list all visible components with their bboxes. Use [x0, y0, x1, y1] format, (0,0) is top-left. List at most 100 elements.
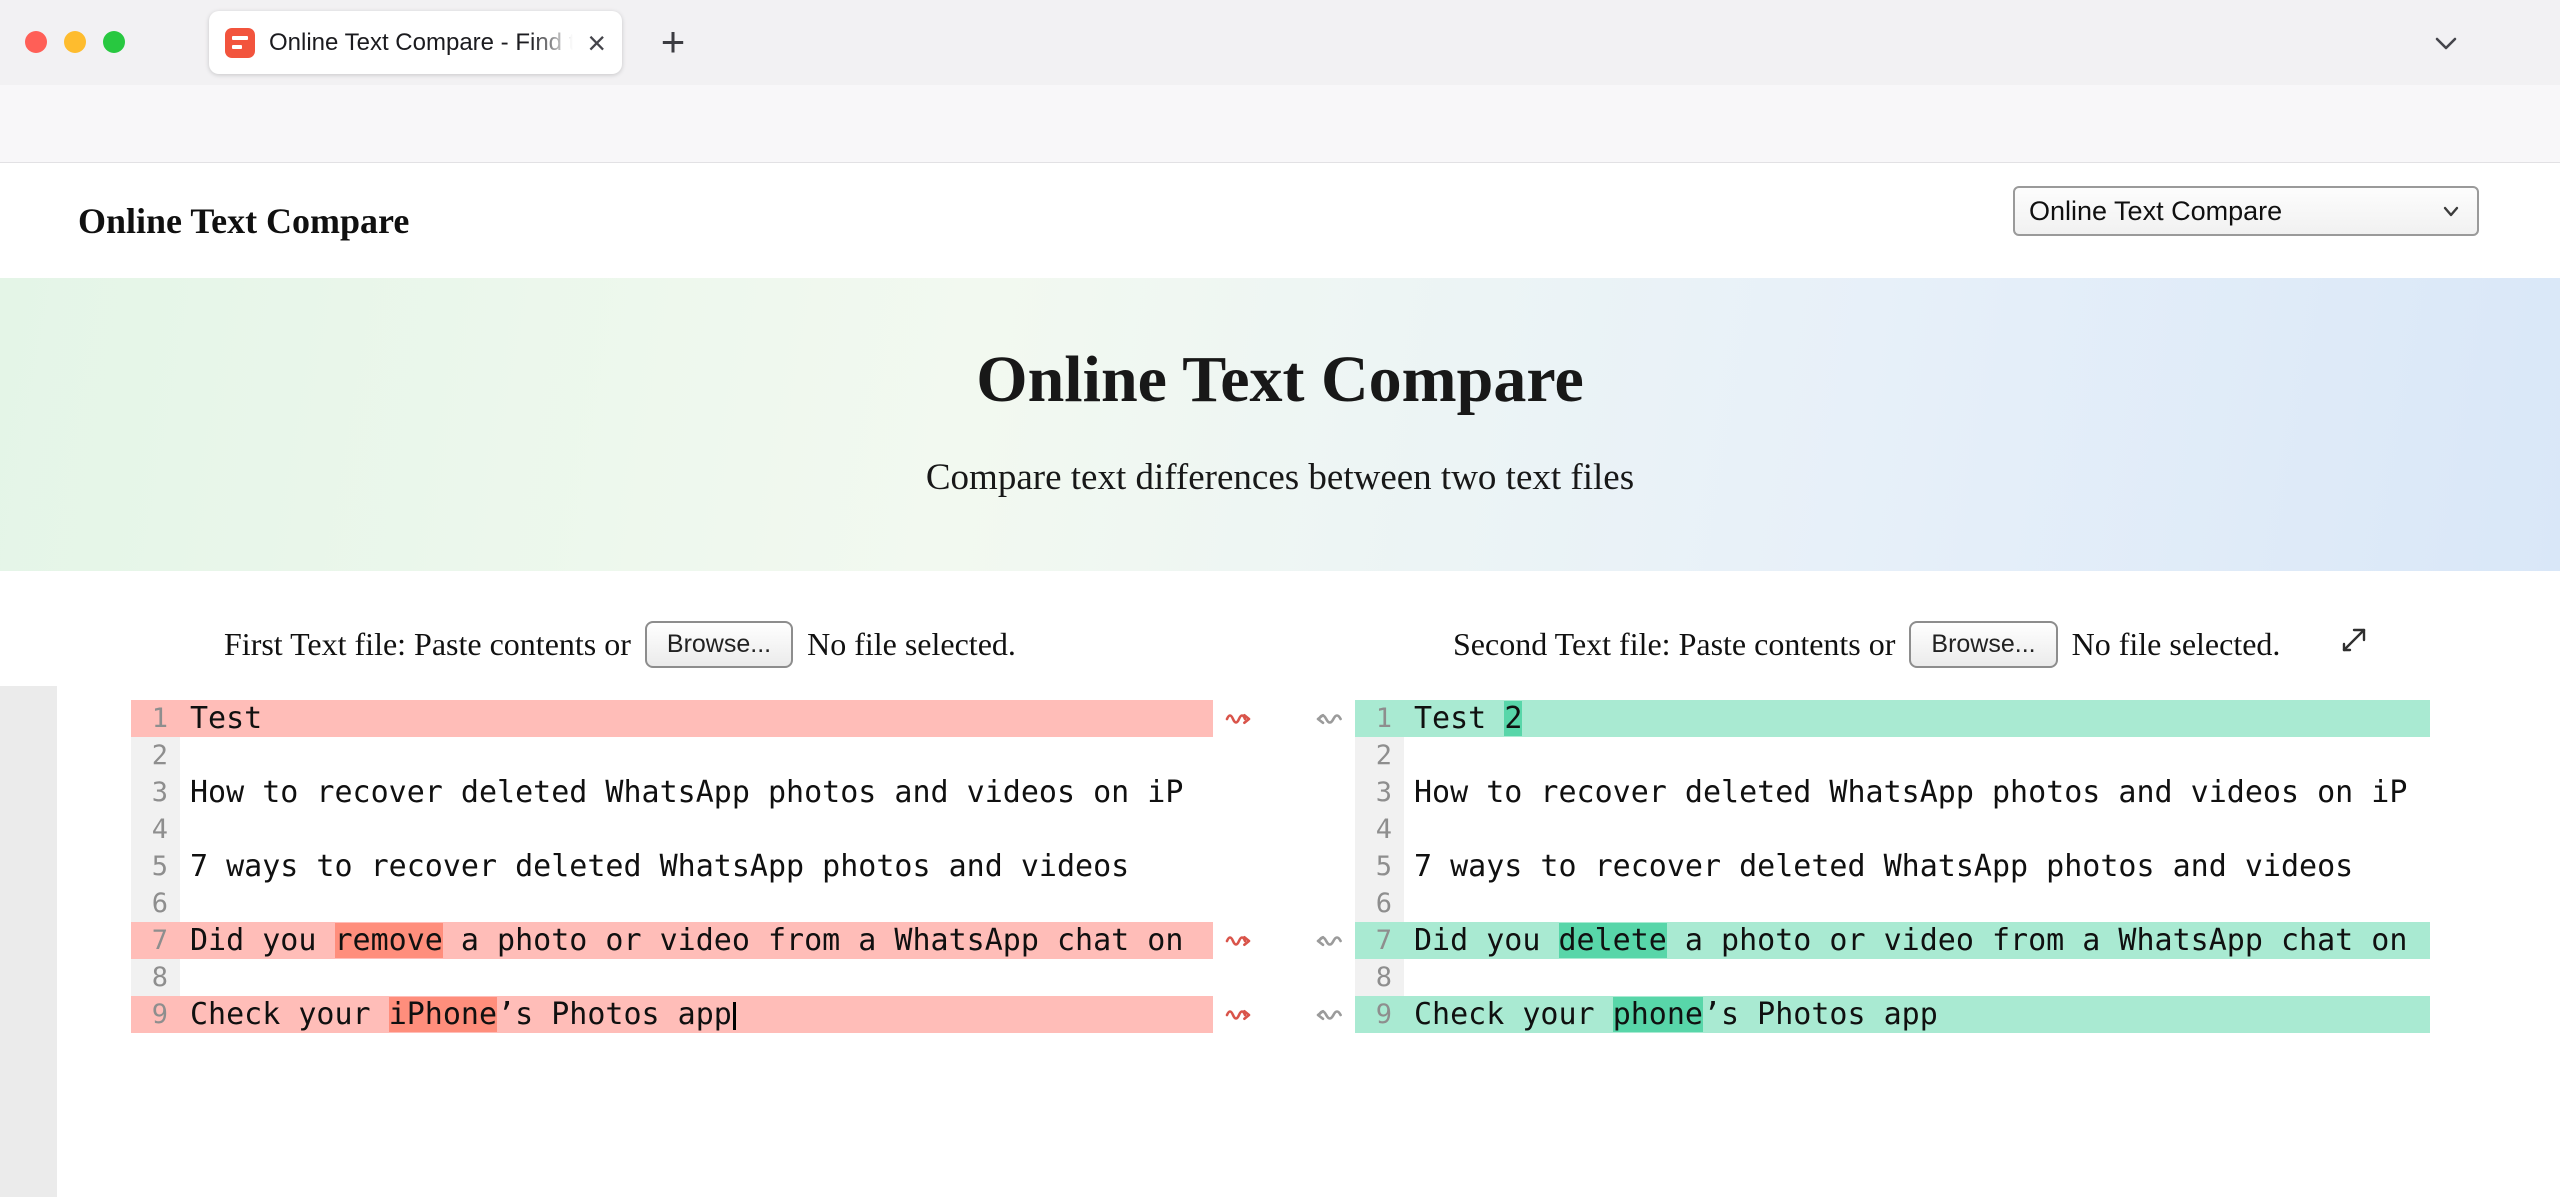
line-number: 8 — [1355, 959, 1404, 996]
line-number: 6 — [131, 885, 180, 922]
file-picker-row: First Text file: Paste contents or Brows… — [0, 608, 2560, 680]
change-marker-right-icon — [1309, 996, 1349, 1033]
line-text[interactable] — [1404, 737, 2430, 774]
line-number: 2 — [1355, 737, 1404, 774]
diff-line: 4 — [1355, 811, 2430, 848]
first-file-group: First Text file: Paste contents or Brows… — [224, 608, 1016, 680]
site-favicon-icon — [225, 27, 255, 58]
line-number: 5 — [131, 848, 180, 885]
change-marker-left-icon — [1225, 996, 1251, 1033]
line-text[interactable] — [180, 959, 1213, 996]
diff-line: 6 — [1355, 885, 2430, 922]
diff-line: 4 — [131, 811, 1213, 848]
line-text[interactable] — [180, 885, 1213, 922]
line-text[interactable]: Test — [180, 700, 1213, 737]
tab-bar: Online Text Compare - Find text × + — [0, 0, 2560, 85]
diff-editor-right[interactable]: 1 Test 2 2 3 How to recover deleted WhatsApp… — [1355, 700, 2430, 1033]
line-number: 1 — [131, 700, 180, 737]
hero-title: Online Text Compare — [976, 343, 1584, 416]
line-number: 6 — [1355, 885, 1404, 922]
diff-line: 9 Check your iPhone’s Photos app — [131, 996, 1213, 1033]
line-number: 7 — [131, 922, 180, 959]
line-number: 8 — [131, 959, 180, 996]
hero-subtitle: Compare text differences between two tex… — [925, 457, 1635, 498]
diff-line: 2 — [1355, 737, 2430, 774]
line-text[interactable]: Check your phone’s Photos app — [1404, 996, 2430, 1033]
change-marker-right-icon — [1309, 700, 1349, 737]
diff-line: 2 — [131, 737, 1213, 774]
line-text[interactable] — [180, 811, 1213, 848]
line-number: 3 — [131, 774, 180, 811]
tab-title: Online Text Compare - Find text — [269, 28, 574, 56]
diff-gutter — [1213, 700, 1355, 1197]
browser-tab[interactable]: Online Text Compare - Find text × — [209, 11, 622, 74]
line-number: 9 — [1355, 996, 1404, 1033]
line-text[interactable]: Check your iPhone’s Photos app — [180, 996, 1213, 1033]
line-number: 7 — [1355, 922, 1404, 959]
diff-word-highlight: 2 — [1504, 701, 1523, 736]
navigation-toolbar: https://onlinetextcompare.com A — [0, 85, 2560, 238]
zoom-window-button[interactable] — [103, 31, 125, 53]
second-file-browse-button[interactable]: Browse... — [1909, 620, 2058, 668]
minimize-window-button[interactable] — [64, 31, 86, 53]
line-number: 5 — [1355, 848, 1404, 885]
new-tab-button[interactable]: + — [650, 18, 696, 66]
diff-line: 57 ways to recover deleted WhatsApp phot… — [131, 848, 1213, 885]
line-text[interactable]: Did you remove a photo or video from a W… — [180, 922, 1213, 959]
list-tabs-chevron-icon[interactable] — [2424, 24, 2468, 64]
diff-line: 3 How to recover deleted WhatsApp photos … — [1355, 774, 2430, 811]
line-text[interactable]: Test 2 — [1404, 700, 2430, 737]
diff-line: 6 — [131, 885, 1213, 922]
diff-word-highlight: iPhone — [388, 997, 498, 1032]
diff-line: 8 — [1355, 959, 2430, 996]
line-text[interactable] — [1404, 885, 2430, 922]
diff-line: 1 Test — [131, 700, 1213, 737]
diff-line: 8 — [131, 959, 1213, 996]
diff-word-highlight: remove — [334, 923, 443, 958]
line-number: 4 — [1355, 811, 1404, 848]
line-text[interactable] — [1404, 811, 2430, 848]
hero-section: Online Text Compare Compare text differe… — [0, 278, 2560, 571]
line-text[interactable] — [1404, 959, 2430, 996]
line-number: 9 — [131, 996, 180, 1033]
diff-line: 1 Test 2 — [1355, 700, 2430, 737]
diff-word-highlight: delete — [1558, 923, 1667, 958]
second-file-group: Second Text file: Paste contents or Brow… — [1453, 608, 2280, 680]
second-file-status: No file selected. — [2071, 625, 2281, 662]
line-number: 3 — [1355, 774, 1404, 811]
line-text[interactable]: 7 ways to recover deleted WhatsApp photo… — [180, 848, 1213, 885]
diff-word-highlight: phone — [1612, 997, 1703, 1032]
first-file-status: No file selected. — [807, 625, 1016, 662]
chevron-down-icon — [2439, 199, 2463, 223]
diff-line: 57 ways to recover deleted WhatsApp phot… — [1355, 848, 2430, 885]
line-text[interactable]: How to recover deleted WhatsApp photos a… — [180, 774, 1213, 811]
change-marker-left-icon — [1225, 922, 1251, 959]
text-caret — [732, 1001, 736, 1030]
diff-editor-left[interactable]: 1 Test 2 3 How to recover deleted WhatsApp p… — [131, 700, 1213, 1033]
first-file-label: First Text file: Paste contents or — [224, 625, 631, 662]
line-number: 4 — [131, 811, 180, 848]
line-number: 1 — [1355, 700, 1404, 737]
diff-line: 7 Did you delete a photo or video from a … — [1355, 922, 2430, 959]
diff-view: 1 Test 2 3 How to recover deleted WhatsApp p… — [0, 700, 2560, 1197]
first-file-browse-button[interactable]: Browse... — [644, 620, 794, 668]
line-text[interactable]: 7 ways to recover deleted WhatsApp photo… — [1404, 848, 2430, 885]
change-marker-right-icon — [1309, 922, 1349, 959]
tab-close-icon[interactable]: × — [587, 27, 606, 59]
tool-select-dropdown[interactable]: Online Text Compare — [2013, 186, 2479, 236]
tool-select-value: Online Text Compare — [2029, 195, 2283, 226]
line-text[interactable]: How to recover deleted WhatsApp photos a… — [1404, 774, 2430, 811]
site-brand: Online Text Compare — [78, 201, 410, 241]
line-number: 2 — [131, 737, 180, 774]
change-marker-left-icon — [1225, 700, 1251, 737]
diff-line: 9 Check your phone’s Photos app — [1355, 996, 2430, 1033]
diff-line: 3 How to recover deleted WhatsApp photos … — [131, 774, 1213, 811]
line-text[interactable]: Did you delete a photo or video from a W… — [1404, 922, 2430, 959]
diff-line: 7 Did you remove a photo or video from a … — [131, 922, 1213, 959]
second-file-label: Second Text file: Paste contents or — [1453, 625, 1896, 662]
fullscreen-expand-icon[interactable] — [2328, 618, 2376, 666]
browser-window: Online Text Compare - Find text × + http… — [0, 0, 2560, 1197]
site-header: Online Text Compare Online Text Compare — [0, 164, 2560, 278]
line-text[interactable] — [180, 737, 1213, 774]
close-window-button[interactable] — [25, 31, 47, 53]
